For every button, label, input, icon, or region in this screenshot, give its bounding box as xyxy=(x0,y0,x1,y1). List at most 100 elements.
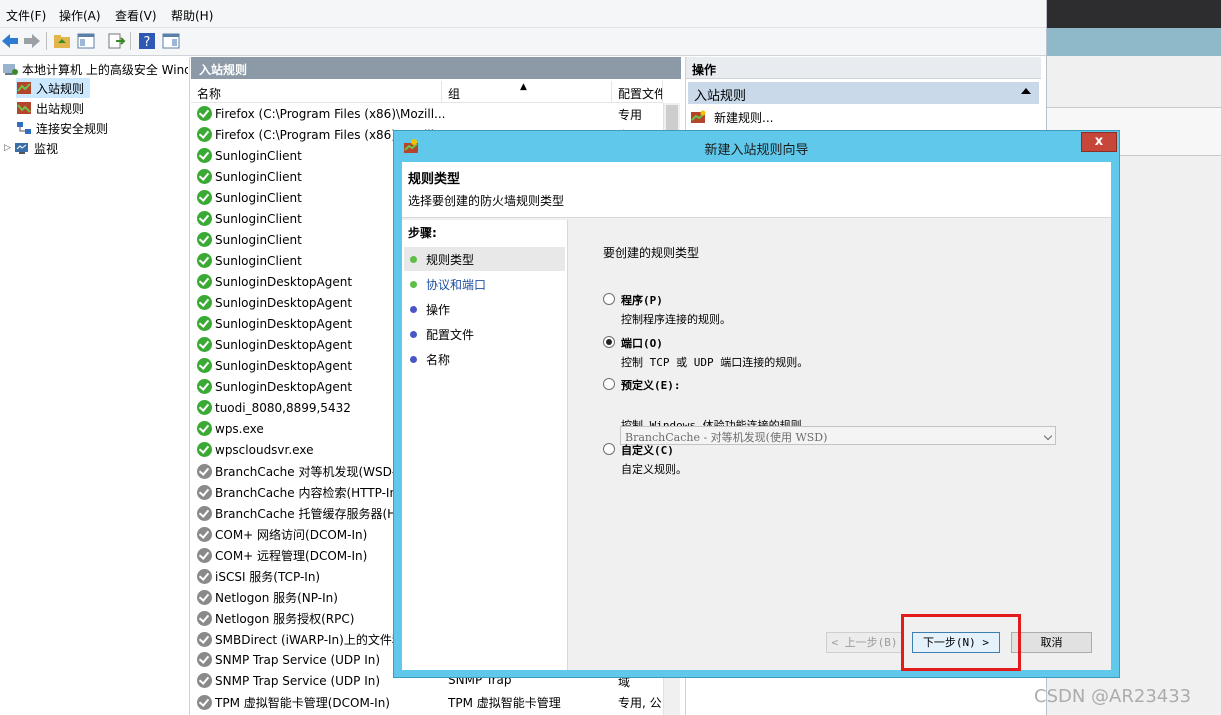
export-list-icon[interactable] xyxy=(106,31,126,51)
menu-action[interactable]: 操作(A) xyxy=(59,7,101,24)
rule-name-cell: wpscloudsvr.exe xyxy=(197,442,313,457)
rule-enabled-icon xyxy=(197,169,212,184)
rule-name-cell: Firefox (C:\Program Files (x86)\Mozill..… xyxy=(197,106,445,121)
rule-name: BranchCache 对等机发现(WSD-In) xyxy=(215,465,413,479)
rule-profile: 专用 xyxy=(618,108,643,122)
step-protocol-ports[interactable]: 协议和端口 xyxy=(404,272,565,296)
new-rule-action[interactable]: 新建规则... xyxy=(690,107,773,127)
rule-name-cell: SunloginDesktopAgent xyxy=(197,358,352,373)
connection-security-icon xyxy=(17,122,31,134)
rule-name: wps.exe xyxy=(215,421,264,436)
help-icon[interactable]: ? xyxy=(137,31,157,51)
rule-enabled-icon xyxy=(197,106,212,121)
rule-enabled-icon xyxy=(197,442,212,457)
rule-name: SunloginClient xyxy=(215,190,302,205)
sort-ascending-icon: ▲ xyxy=(520,82,527,92)
option-label: 自定义(C) xyxy=(621,444,674,457)
step-bullet-icon xyxy=(410,255,417,263)
wizard-steps-panel: 步骤: 规则类型 协议和端口 操作 配置文件 名称 xyxy=(402,220,568,670)
option-label: 端口(O) xyxy=(621,337,663,350)
background-band xyxy=(1047,28,1221,56)
menu-help[interactable]: 帮助(H) xyxy=(171,7,213,24)
step-label: 配置文件 xyxy=(426,327,475,342)
rule-disabled-icon xyxy=(197,695,212,710)
option-port[interactable]: 端口(O) 控制 TCP 或 UDP 端口连接的规则。 xyxy=(603,335,808,370)
rule-name: SunloginClient xyxy=(215,169,302,184)
collapse-up-icon[interactable] xyxy=(1021,88,1031,94)
rule-name-cell: SunloginClient xyxy=(197,253,302,268)
option-custom[interactable]: 自定义(C) 自定义规则。 xyxy=(603,442,687,477)
step-label: 操作 xyxy=(426,302,451,317)
option-predefined[interactable]: 预定义(E):控制 Windows 体验功能连接的规则。 xyxy=(603,377,813,433)
wizard-page-subtitle: 选择要创建的防火墙规则类型 xyxy=(408,194,565,208)
menu-file[interactable]: 文件(F) xyxy=(6,7,46,24)
scrollbar-thumb[interactable] xyxy=(666,105,678,133)
step-rule-type[interactable]: 规则类型 xyxy=(404,247,565,271)
rule-name-cell: SunloginClient xyxy=(197,190,302,205)
rule-name-cell: wps.exe xyxy=(197,421,264,436)
menu-bar: 文件(F) 操作(A) 查看(V) 帮助(H) xyxy=(0,0,1046,28)
outbound-rules-icon xyxy=(17,102,31,114)
back-arrow-icon[interactable] xyxy=(0,31,20,51)
rule-name-cell: BranchCache 对等机发现(WSD-In) xyxy=(197,463,412,480)
rule-name: SunloginClient xyxy=(215,148,302,163)
cancel-button[interactable]: 取消 xyxy=(1011,632,1092,653)
tree-item-connection-security-rules[interactable]: 连接安全规则 xyxy=(16,118,186,138)
tree-root[interactable]: 本地计算机 上的高级安全 Windows xyxy=(2,59,188,79)
new-rule-label: 新建规则... xyxy=(714,110,774,125)
rule-name: SunloginDesktopAgent xyxy=(215,379,353,394)
step-action[interactable]: 操作 xyxy=(404,297,565,321)
rule-name: Netlogon 服务(NP-In) xyxy=(215,591,338,605)
tree-item-monitoring[interactable]: ▷ 监视 xyxy=(4,138,186,158)
step-profile[interactable]: 配置文件 xyxy=(404,322,565,346)
rule-disabled-icon xyxy=(197,548,212,563)
option-label: 程序(P) xyxy=(621,294,663,307)
rule-name: tuodi_8080,8899,5432 xyxy=(215,400,351,415)
watermark: CSDN @AR23433 xyxy=(1034,686,1192,707)
tree-item-label: 出站规则 xyxy=(36,101,85,116)
rule-name-cell: SunloginClient xyxy=(197,232,302,247)
rule-name-cell: COM+ 网络访问(DCOM-In) xyxy=(197,526,367,543)
properties-pane-icon[interactable] xyxy=(161,31,181,51)
rule-enabled-icon xyxy=(197,337,212,352)
radio-program[interactable] xyxy=(603,293,615,305)
column-header-group[interactable]: 组 ▲ xyxy=(442,81,612,103)
table-row[interactable]: TPM 虚拟智能卡管理(DCOM-In) TPM 虚拟智能卡管理 专用, 公 xyxy=(191,691,663,712)
chevron-down-icon[interactable] xyxy=(1043,431,1053,441)
wizard-titlebar[interactable]: 新建入站规则向导 x xyxy=(394,131,1119,161)
rule-name: SunloginDesktopAgent xyxy=(215,274,353,289)
expand-chevron-icon[interactable]: ▷ xyxy=(4,143,14,153)
column-header-profile[interactable]: 配置文件 xyxy=(612,81,663,103)
rule-name-cell: TPM 虚拟智能卡管理(DCOM-In) xyxy=(197,694,390,711)
column-header-name[interactable]: 名称 xyxy=(191,81,442,103)
rule-enabled-icon xyxy=(197,316,212,331)
option-program[interactable]: 程序(P) 控制程序连接的规则。 xyxy=(603,292,731,327)
radio-custom[interactable] xyxy=(603,443,615,455)
back-button[interactable]: < 上一步(B) xyxy=(826,632,903,653)
rule-disabled-icon xyxy=(197,527,212,542)
radio-predefined[interactable] xyxy=(603,378,615,390)
rule-name: wpscloudsvr.exe xyxy=(215,442,314,457)
tree-item-outbound-rules[interactable]: 出站规则 xyxy=(16,98,186,118)
up-folder-icon[interactable] xyxy=(52,31,72,51)
show-hide-tree-icon[interactable] xyxy=(76,31,96,51)
step-name[interactable]: 名称 xyxy=(404,347,565,371)
rule-name: SNMP Trap Service (UDP In) xyxy=(215,652,381,667)
option-label: 预定义(E): xyxy=(621,379,681,392)
tree-item-inbound-rules[interactable]: 入站规则 xyxy=(16,78,90,98)
menu-view[interactable]: 查看(V) xyxy=(115,7,157,24)
wizard-header: 规则类型 选择要创建的防火墙规则类型 xyxy=(402,162,1111,218)
table-row[interactable]: Firefox (C:\Program Files (x86)\Mozill..… xyxy=(191,103,663,124)
actions-section-inbound-rules[interactable]: 入站规则 xyxy=(688,82,1039,104)
toolbar-separator xyxy=(130,32,131,50)
rule-name-cell: Netlogon 服务(NP-In) xyxy=(197,589,338,606)
rule-enabled-icon xyxy=(197,253,212,268)
rule-name-cell: SNMP Trap Service (UDP In) xyxy=(197,673,380,688)
rule-name: SunloginClient xyxy=(215,211,302,226)
rule-name: Netlogon 服务授权(RPC) xyxy=(215,612,355,626)
step-bullet-icon xyxy=(410,330,417,338)
radio-port[interactable] xyxy=(603,336,615,348)
forward-arrow-icon[interactable] xyxy=(22,31,42,51)
close-button[interactable]: x xyxy=(1081,132,1117,152)
step-bullet-icon xyxy=(410,355,417,363)
